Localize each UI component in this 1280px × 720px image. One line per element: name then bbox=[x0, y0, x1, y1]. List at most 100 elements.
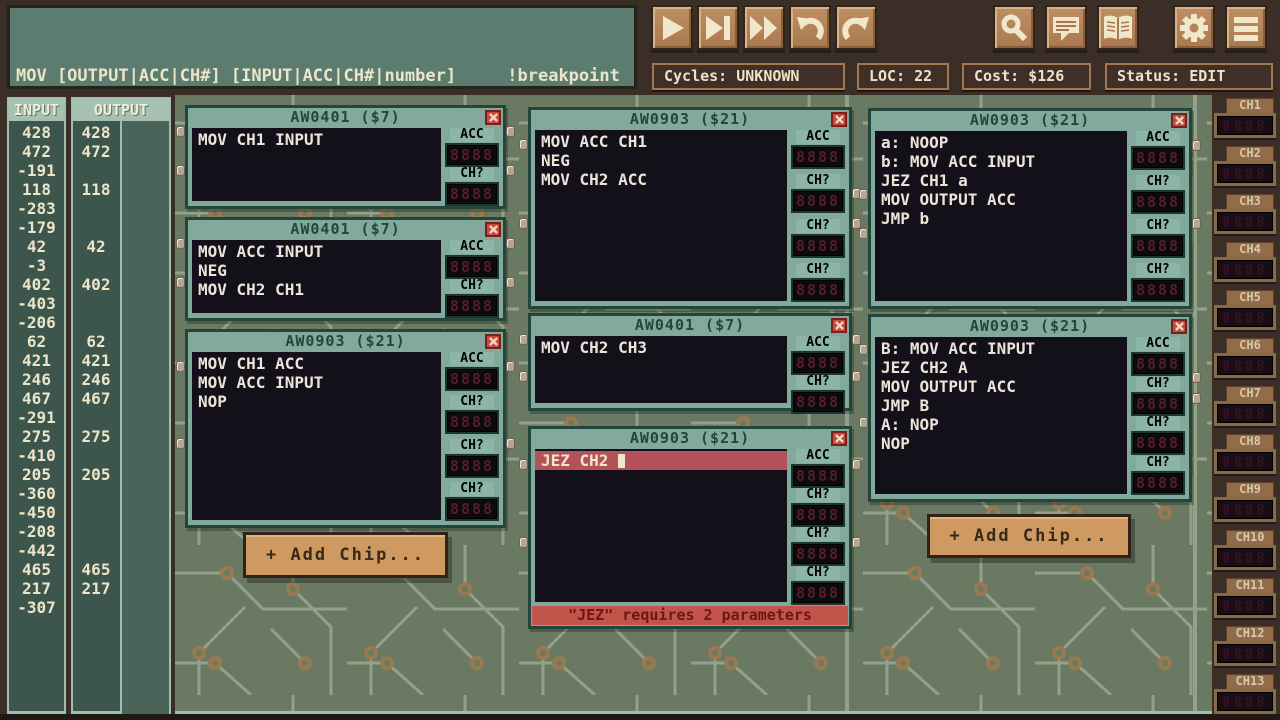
chip[interactable]: AW0903 ($21) JEZ CH2 "JEZ" requires 2 pa… bbox=[528, 426, 852, 629]
chip[interactable]: AW0903 ($21) a: NOOP b: MOV ACC INPUT JE… bbox=[868, 108, 1192, 309]
input-row: 275 bbox=[9, 427, 64, 446]
settings-button[interactable] bbox=[1173, 5, 1215, 50]
channel-label: CH9 bbox=[1226, 482, 1274, 497]
register-label: CH? bbox=[796, 566, 840, 580]
chip-title[interactable]: AW0903 ($21) bbox=[871, 111, 1189, 130]
code-editor[interactable]: MOV ACC INPUT NEG MOV CH2 CH1 bbox=[192, 240, 441, 313]
undo-button[interactable] bbox=[789, 5, 831, 50]
close-button[interactable] bbox=[485, 222, 501, 237]
chip[interactable]: AW0401 ($7) MOV CH1 INPUT ACC8888CH?8888 bbox=[185, 105, 506, 209]
input-value: 467 bbox=[9, 389, 64, 408]
register-label: CH? bbox=[796, 219, 840, 233]
channel: CH9 8888 bbox=[1212, 482, 1280, 522]
chip-title[interactable]: AW0903 ($21) bbox=[531, 110, 849, 129]
channel-display: 8888 bbox=[1214, 209, 1276, 234]
add-chip-button[interactable]: + Add Chip... bbox=[927, 514, 1131, 558]
seven-segment-display: 8888 bbox=[1131, 431, 1185, 455]
code-editor[interactable]: MOV CH1 ACC MOV ACC INPUT NOP bbox=[192, 352, 441, 520]
output-actual-column bbox=[120, 121, 169, 714]
menu-button[interactable] bbox=[1225, 5, 1267, 50]
seven-segment-display: 8888 bbox=[791, 464, 845, 488]
code-editor[interactable]: MOV CH2 CH3 bbox=[535, 336, 787, 403]
output-value bbox=[73, 408, 119, 427]
chip-title[interactable]: AW0401 ($7) bbox=[188, 108, 503, 127]
chip-pin bbox=[506, 165, 515, 176]
channel-column: CH1 8888 CH2 8888 CH3 8888 CH4 8888 CH5 … bbox=[1212, 95, 1280, 720]
input-row: -403 bbox=[9, 294, 64, 313]
code-editor[interactable]: JEZ CH2 bbox=[535, 449, 787, 602]
chip-pin bbox=[519, 334, 528, 345]
chip[interactable]: AW0903 ($21) MOV ACC CH1 NEG MOV CH2 ACC… bbox=[528, 107, 852, 309]
input-row: 428 bbox=[9, 123, 64, 142]
chip-pin bbox=[176, 238, 185, 249]
play-button[interactable] bbox=[651, 5, 693, 50]
chip[interactable]: AW0903 ($21) B: MOV ACC INPUT JEZ CH2 A … bbox=[868, 314, 1192, 502]
channel-label: CH7 bbox=[1226, 386, 1274, 401]
seven-segment-display: 8888 bbox=[1131, 352, 1185, 376]
channel-display: 8888 bbox=[1214, 257, 1276, 282]
add-chip-button[interactable]: + Add Chip... bbox=[243, 532, 448, 578]
seven-segment-display: 8888 bbox=[1131, 278, 1185, 302]
chip-pin bbox=[519, 139, 528, 150]
register-displays: ACC8888CH?8888CH?8888CH?8888 bbox=[443, 352, 501, 521]
redo-button[interactable] bbox=[835, 5, 877, 50]
close-button[interactable] bbox=[485, 110, 501, 125]
channel-display: 8888 bbox=[1214, 689, 1276, 714]
chip-title[interactable]: AW0903 ($21) bbox=[531, 429, 849, 448]
step-button[interactable] bbox=[697, 5, 739, 50]
channel: CH13 8888 bbox=[1212, 674, 1280, 714]
chip-title[interactable]: AW0401 ($7) bbox=[188, 220, 503, 239]
close-button[interactable] bbox=[1171, 113, 1187, 128]
chip-title[interactable]: AW0401 ($7) bbox=[531, 316, 849, 335]
channel-label: CH3 bbox=[1226, 194, 1274, 209]
chip[interactable]: AW0903 ($21) MOV CH1 ACC MOV ACC INPUT N… bbox=[185, 329, 506, 528]
chip-pin bbox=[1192, 140, 1201, 151]
input-value: 402 bbox=[9, 275, 64, 294]
fast-forward-button[interactable] bbox=[743, 5, 785, 50]
register-displays: ACC8888CH?8888CH?8888CH?8888 bbox=[1129, 131, 1187, 302]
input-row: 402 bbox=[9, 275, 64, 294]
close-button[interactable] bbox=[1171, 319, 1187, 334]
comments-button[interactable] bbox=[1045, 5, 1087, 50]
segment-digits: 8888 bbox=[796, 393, 840, 411]
register-label: CH? bbox=[450, 167, 494, 181]
channel: CH2 8888 bbox=[1212, 146, 1280, 186]
seven-segment-display: 8888 bbox=[1131, 146, 1185, 170]
segment-digits: 8888 bbox=[1222, 599, 1268, 615]
search-button[interactable] bbox=[993, 5, 1035, 50]
close-button[interactable] bbox=[831, 318, 847, 333]
channel-display: 8888 bbox=[1214, 545, 1276, 570]
input-value: 205 bbox=[9, 465, 64, 484]
close-button[interactable] bbox=[831, 431, 847, 446]
active-code-line[interactable]: JEZ CH2 bbox=[535, 451, 787, 470]
input-row: 246 bbox=[9, 370, 64, 389]
chip-title[interactable]: AW0903 ($21) bbox=[871, 317, 1189, 336]
chip-title[interactable]: AW0903 ($21) bbox=[188, 332, 503, 351]
manual-button[interactable] bbox=[1097, 5, 1139, 50]
input-row: -291 bbox=[9, 408, 64, 427]
channel-display: 8888 bbox=[1214, 401, 1276, 426]
chip-pin bbox=[506, 277, 515, 288]
chip-pin bbox=[176, 126, 185, 137]
seven-segment-display: 8888 bbox=[791, 503, 845, 527]
input-value: -442 bbox=[9, 541, 64, 560]
chip[interactable]: AW0401 ($7) MOV ACC INPUT NEG MOV CH2 CH… bbox=[185, 217, 506, 321]
help-line: INC/DEC/NEG - modify ACC NOP/NOOP - slee… bbox=[16, 86, 628, 89]
seven-segment-display: 8888 bbox=[1131, 471, 1185, 495]
code-editor[interactable]: B: MOV ACC INPUT JEZ CH2 A MOV OUTPUT AC… bbox=[875, 337, 1127, 494]
code-editor[interactable]: a: NOOP b: MOV ACC INPUT JEZ CH1 a MOV O… bbox=[875, 131, 1127, 301]
channel-label: CH1 bbox=[1226, 98, 1274, 113]
input-row: 421 bbox=[9, 351, 64, 370]
close-button[interactable] bbox=[485, 334, 501, 349]
segment-digits: 8888 bbox=[796, 237, 840, 255]
register-label: CH? bbox=[796, 527, 840, 541]
output-value: 62 bbox=[73, 332, 119, 351]
chip[interactable]: AW0401 ($7) MOV CH2 CH3 ACC8888CH?8888 bbox=[528, 313, 852, 411]
code-editor[interactable]: MOV ACC CH1 NEG MOV CH2 ACC bbox=[535, 130, 787, 301]
input-value: 421 bbox=[9, 351, 64, 370]
code-editor[interactable]: MOV CH1 INPUT bbox=[192, 128, 441, 201]
input-value: -291 bbox=[9, 408, 64, 427]
close-icon bbox=[835, 115, 844, 124]
input-value: 472 bbox=[9, 142, 64, 161]
close-button[interactable] bbox=[831, 112, 847, 127]
